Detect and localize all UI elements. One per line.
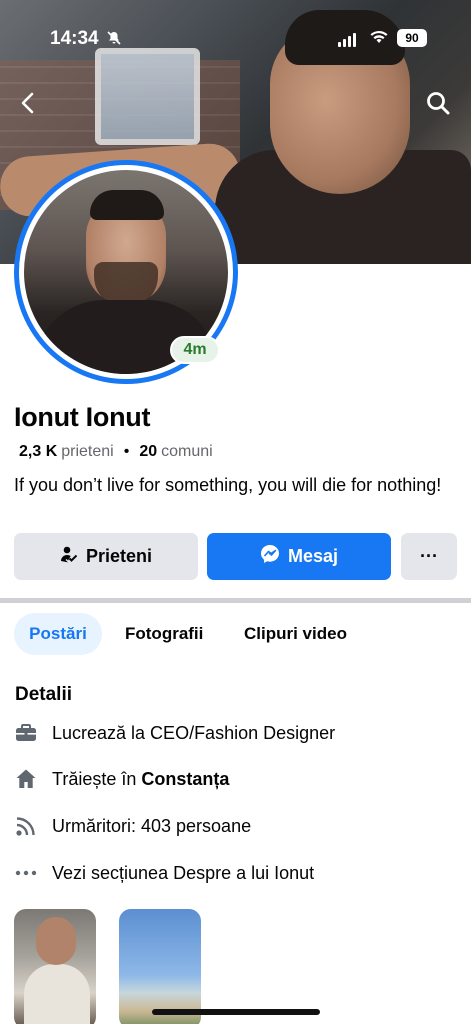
stats-separator: • xyxy=(123,443,130,460)
section-divider xyxy=(0,598,471,603)
message-button[interactable]: Mesaj xyxy=(207,533,391,580)
tab-photos[interactable]: Fotografii xyxy=(125,613,203,655)
detail-about-text: Vezi secțiunea Despre a lui Ionut xyxy=(52,862,315,883)
thumb-figure-body xyxy=(24,964,90,1024)
detail-followers[interactable]: Urmăritori: 403 persoane xyxy=(14,811,251,841)
story-age-badge[interactable]: 4m xyxy=(170,336,220,364)
messenger-icon xyxy=(260,544,280,569)
friends-count[interactable]: 2,3 K xyxy=(19,443,57,461)
message-button-label: Mesaj xyxy=(287,546,339,566)
tab-videos[interactable]: Clipuri video xyxy=(244,613,347,655)
cover-bg-window xyxy=(95,48,200,145)
profile-name: Ionut Ionut xyxy=(14,402,151,432)
ellipsis-icon xyxy=(14,861,38,885)
thumb-figure-head xyxy=(36,917,76,965)
friend-check-icon xyxy=(60,545,78,568)
wifi-icon xyxy=(370,30,388,44)
home-indicator[interactable] xyxy=(152,1009,320,1015)
detail-lives-city[interactable]: Constanța xyxy=(141,769,229,790)
detail-followers-text: Urmăritori: 403 persoane xyxy=(52,815,252,836)
mutual-count[interactable]: 20 xyxy=(139,443,157,461)
more-options-button[interactable]: ··· xyxy=(401,533,457,580)
house-icon xyxy=(14,767,38,791)
profile-stats: 2,3 K prieteni • 20 comuni xyxy=(19,443,213,461)
detail-lives: Trăiește în Constanța xyxy=(14,764,229,794)
friends-button[interactable]: Prieteni xyxy=(14,533,198,580)
rss-icon xyxy=(14,814,38,838)
briefcase-icon xyxy=(14,721,38,745)
status-time: 14:34 xyxy=(50,28,99,49)
search-icon[interactable] xyxy=(425,90,451,116)
photo-thumbnail[interactable] xyxy=(14,909,96,1024)
battery-icon: 90 xyxy=(397,29,427,47)
detail-work-text: Lucrează la CEO/Fashion Designer xyxy=(52,722,336,743)
signal-icon xyxy=(338,33,356,47)
ellipsis-icon: ··· xyxy=(420,546,438,566)
avatar-hair xyxy=(90,190,164,220)
bell-muted-icon xyxy=(106,30,122,49)
chevron-left-icon[interactable] xyxy=(17,90,39,116)
detail-about-link[interactable]: Vezi secțiunea Despre a lui Ionut xyxy=(14,858,314,888)
mutual-label[interactable]: comuni xyxy=(161,443,213,461)
detail-work: Lucrează la CEO/Fashion Designer xyxy=(14,718,335,748)
status-bar: 14:34 90 xyxy=(0,0,471,60)
friends-button-label: Prieteni xyxy=(85,546,153,566)
detail-lives-prefix: Trăiește în xyxy=(52,768,137,789)
profile-bio: If you don’t live for something, you wil… xyxy=(14,475,442,495)
photo-thumbnail[interactable] xyxy=(119,909,201,1024)
tab-posts[interactable]: Postări xyxy=(14,613,102,655)
details-heading: Detalii xyxy=(15,684,73,705)
friends-label[interactable]: prieteni xyxy=(61,443,113,461)
